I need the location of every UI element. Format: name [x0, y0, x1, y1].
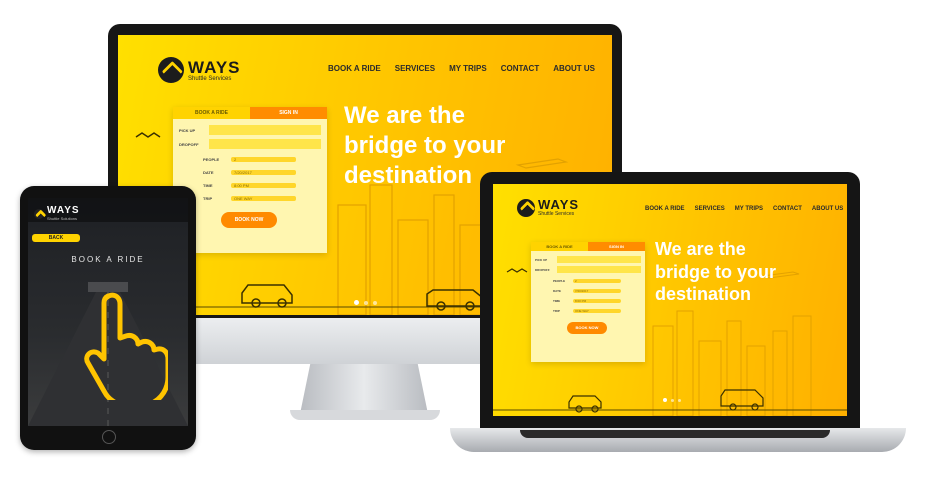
hero-line-2: bridge to your [344, 132, 506, 159]
laptop-keyboard-strip [520, 430, 830, 438]
dropoff-input[interactable] [557, 266, 641, 273]
brand-logo[interactable]: WAYS Shuttle Services [158, 57, 241, 83]
tab-sign-in[interactable]: SIGN IN [250, 107, 327, 119]
people-select[interactable]: 2 [573, 279, 621, 283]
dropoff-label: DROPOFF [535, 267, 550, 272]
brand-name: WAYS [188, 57, 241, 77]
nav-about-us[interactable]: ABOUT US [812, 206, 843, 212]
mobile-page-title: BOOK A RIDE [71, 255, 145, 264]
time-label: TIME [553, 299, 561, 303]
hero-line-1: We are the [655, 239, 746, 259]
date-label: DATE [553, 289, 561, 293]
book-now-button[interactable]: BOOK NOW [567, 322, 607, 334]
tap-hand-icon [84, 292, 168, 400]
trip-select[interactable]: ONE WAY [231, 195, 296, 201]
brand-logo[interactable]: WAYS Shuttle Solutions [34, 206, 80, 221]
time-label: TIME [203, 182, 213, 188]
back-button[interactable]: BACK [32, 234, 80, 242]
brand-logo[interactable]: WAYS Shuttle Services [517, 198, 579, 217]
date-select[interactable]: 7/20/2017 [231, 169, 296, 175]
nav-about-us[interactable]: ABOUT US [553, 64, 595, 73]
hero-line-3: destination [655, 284, 752, 304]
people-label: PEOPLE [203, 156, 220, 162]
nav-contact[interactable]: CONTACT [501, 64, 540, 73]
tab-sign-in[interactable]: SIGN IN [588, 242, 645, 251]
trip-label: TRIP [553, 309, 560, 313]
carousel-dot[interactable] [354, 300, 359, 305]
date-label: DATE [203, 169, 214, 175]
carousel-dot[interactable] [678, 399, 681, 402]
pickup-input[interactable] [209, 125, 321, 135]
main-nav: BOOK A RIDE SERVICES MY TRIPS CONTACT AB… [645, 206, 843, 212]
carousel-dot[interactable] [671, 399, 674, 402]
carousel-dot[interactable] [663, 398, 667, 402]
ways-logo-icon [34, 208, 44, 219]
monitor-stand [300, 364, 428, 414]
hero-heading: We are the bridge to your destination [655, 238, 776, 306]
dropoff-label: DROPOFF [179, 141, 199, 147]
nav-book-a-ride[interactable]: BOOK A RIDE [328, 64, 381, 73]
carousel-dot[interactable] [373, 301, 377, 305]
nav-my-trips[interactable]: MY TRIPS [735, 206, 763, 212]
nav-book-a-ride[interactable]: BOOK A RIDE [645, 206, 685, 212]
time-select[interactable]: 8:00 PM [231, 182, 296, 188]
booking-form: BOOK A RIDE SIGN IN PICK UP DROPOFF PEOP… [531, 242, 645, 362]
main-nav: BOOK A RIDE SERVICES MY TRIPS CONTACT AB… [328, 64, 595, 73]
monitor-base [290, 410, 440, 420]
brand-name: WAYS [538, 197, 580, 212]
pickup-label: PICK UP [535, 257, 548, 262]
hero-line-1: We are the [344, 102, 465, 129]
people-label: PEOPLE [553, 279, 566, 283]
nav-services[interactable]: SERVICES [395, 64, 435, 73]
time-select[interactable]: 8:00 PM [573, 299, 621, 303]
carousel-dots [663, 398, 681, 402]
carousel-dot[interactable] [364, 301, 368, 305]
tab-book-a-ride[interactable]: BOOK A RIDE [173, 107, 250, 119]
trip-select[interactable]: ONE WAY [573, 309, 621, 313]
tablet-home-button [102, 430, 116, 444]
booking-form: BOOK A RIDE SIGN IN PICK UP DROPOFF PEOP… [173, 107, 327, 253]
book-now-button[interactable]: BOOK NOW [221, 212, 277, 228]
nav-services[interactable]: SERVICES [695, 206, 725, 212]
nav-my-trips[interactable]: MY TRIPS [449, 64, 487, 73]
tablet-screen: WAYS Shuttle Solutions BACK BOOK A RIDE [28, 198, 188, 426]
ways-logo-icon [517, 198, 535, 217]
pickup-label: PICK UP [179, 127, 196, 133]
trip-label: TRIP [203, 195, 213, 201]
date-select[interactable]: 7/20/2017 [573, 289, 621, 293]
ways-logo-icon [158, 57, 184, 83]
dropoff-input[interactable] [209, 139, 321, 149]
laptop-screen: WAYS Shuttle Services BOOK A RIDE SERVIC… [493, 184, 847, 416]
tab-book-a-ride[interactable]: BOOK A RIDE [531, 242, 588, 251]
nav-contact[interactable]: CONTACT [773, 206, 802, 212]
brand-tagline: Shuttle Services [538, 211, 575, 217]
carousel-dots [354, 300, 377, 305]
people-select[interactable]: 2 [231, 156, 296, 162]
pickup-input[interactable] [557, 256, 641, 263]
hero-line-2: bridge to your [655, 261, 776, 282]
brand-name: WAYS [47, 205, 80, 216]
brand-tagline: Shuttle Solutions [47, 216, 78, 221]
